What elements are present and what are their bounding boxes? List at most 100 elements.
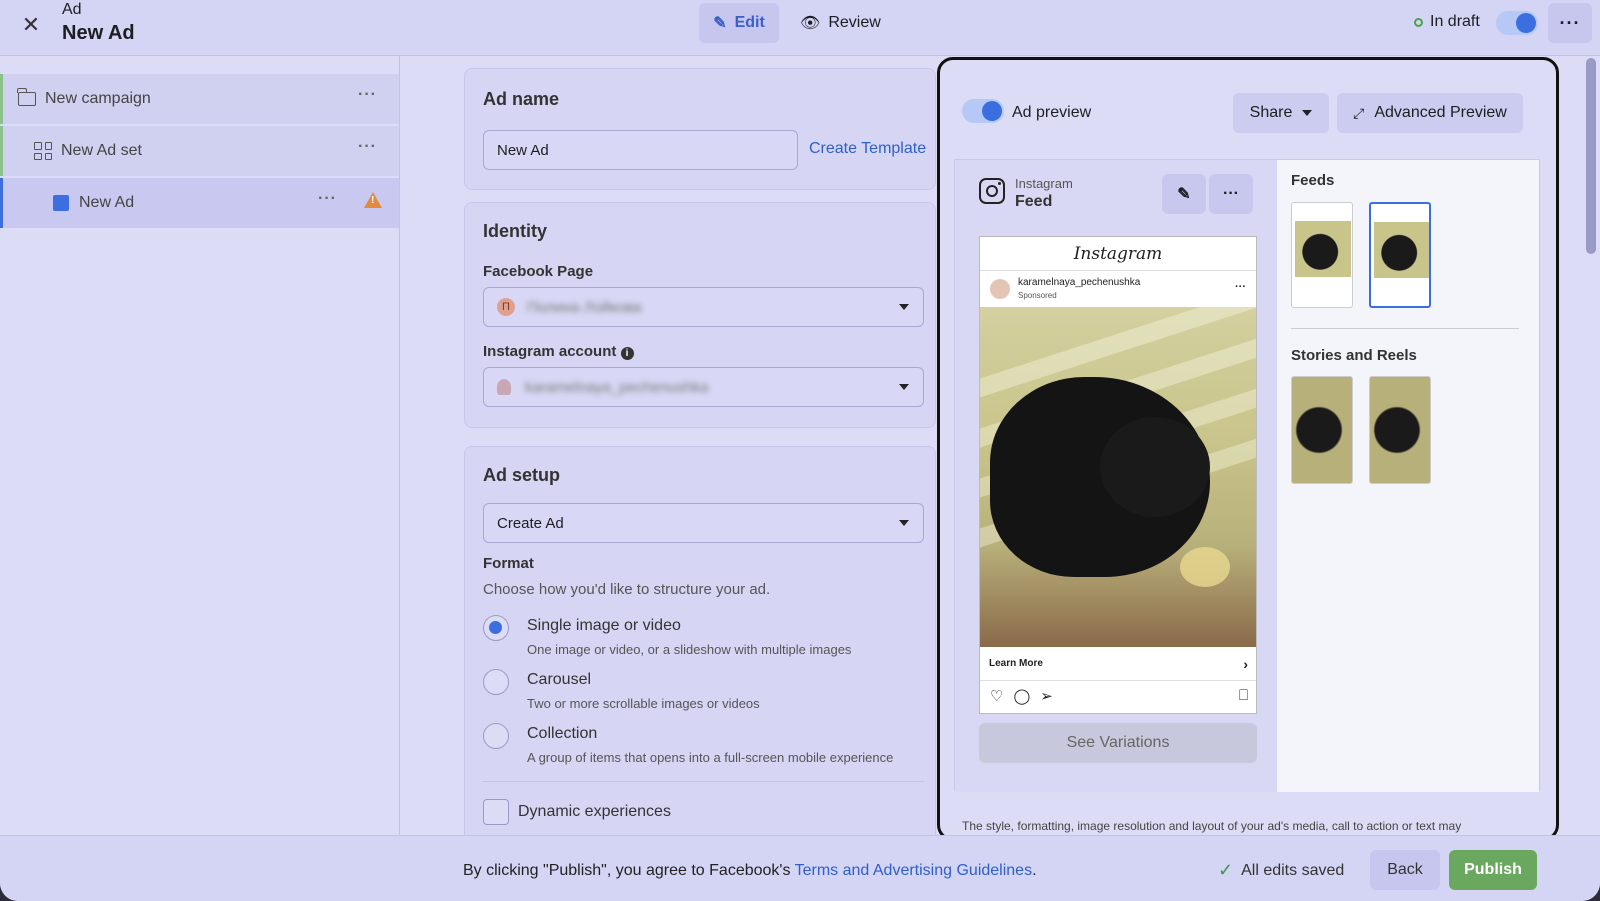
account-avatar [497, 379, 511, 395]
page-title: New Ad [62, 22, 135, 44]
ad-preview-toggle[interactable] [962, 99, 1004, 123]
ad-editor-form: Ad name New Ad Create Template Identity … [401, 56, 936, 835]
info-icon[interactable]: i [620, 347, 634, 360]
draft-toggle[interactable] [1496, 11, 1538, 35]
cta-bar: Learn More › [980, 647, 1256, 681]
tab-review[interactable]: 👁 Review [800, 3, 890, 43]
identity-heading: Identity [483, 221, 548, 241]
see-variations-button[interactable]: See Variations [979, 723, 1257, 763]
tree-item-adset[interactable]: New Ad set ··· [0, 126, 399, 176]
folder-icon [17, 88, 37, 108]
tab-edit[interactable]: ✎ Edit [699, 3, 779, 43]
draft-status: In draft [1414, 13, 1480, 31]
feed-thumbnail[interactable] [1291, 202, 1353, 308]
chevron-down-icon [899, 384, 909, 390]
close-icon[interactable]: ✕ [18, 12, 44, 38]
preview-more-button[interactable]: ··· [1209, 174, 1253, 214]
tree-item-label: New campaign [45, 90, 151, 107]
terms-link[interactable]: Terms and Advertising Guidelines [795, 862, 1032, 879]
caret-down-icon [1302, 110, 1313, 116]
option-title: Single image or video [527, 617, 681, 634]
stories-title: Stories and Reels [1291, 347, 1417, 364]
option-subtitle: Two or more scrollable images or videos [527, 696, 760, 711]
radio-collection[interactable] [483, 723, 509, 749]
reel-thumbnail[interactable] [1369, 376, 1431, 484]
grid-icon [33, 142, 53, 160]
ad-preview-panel: Ad preview Share ⤢ Advanced Preview Inst… [937, 57, 1559, 841]
more-icon[interactable]: ··· [358, 138, 377, 156]
breadcrumb: Ad [62, 1, 82, 18]
create-template-link[interactable]: Create Template [809, 140, 926, 158]
more-options-icon[interactable]: ··· [1548, 3, 1592, 43]
warning-icon[interactable] [364, 192, 382, 208]
ad-name-heading: Ad name [483, 89, 560, 109]
chevron-right-icon: › [1243, 656, 1248, 672]
more-icon[interactable]: ··· [358, 86, 377, 104]
sponsored-label: Sponsored [1018, 291, 1057, 300]
share-button[interactable]: Share [1233, 93, 1329, 133]
post-account: karamelnaya_pechenushka [1018, 277, 1141, 288]
option-subtitle: One image or video, or a slideshow with … [527, 642, 852, 657]
ad-name-card: Ad name New Ad Create Template [464, 68, 936, 190]
ads-manager-window: ✕ Ad New Ad ✎ Edit 👁 Review In draft ···… [0, 0, 1600, 901]
ad-icon [51, 194, 71, 212]
preview-body: Instagram Feed ✎ ··· Instagram karamelna… [954, 159, 1540, 792]
feed-thumbnail-selected[interactable] [1369, 202, 1431, 308]
tree-item-campaign[interactable]: New campaign ··· [0, 74, 399, 124]
more-icon: ··· [1235, 281, 1246, 293]
expand-icon: ⤢ [1353, 104, 1365, 121]
ad-preview-label: Ad preview [1012, 104, 1092, 121]
campaign-tree: New campaign ··· New Ad set ··· New Ad ·… [0, 56, 400, 835]
tree-item-ad[interactable]: New Ad ··· [0, 178, 399, 228]
placement-thumbnails: Feeds Stories and Reels [1277, 160, 1539, 792]
divider [1291, 328, 1519, 329]
more-icon: ··· [1223, 185, 1239, 202]
scrollbar-thumb[interactable] [1586, 58, 1596, 254]
top-bar: ✕ Ad New Ad ✎ Edit 👁 Review In draft ··· [0, 0, 1600, 56]
instagram-account-select[interactable]: karamelnaya_pechenushka [483, 367, 924, 407]
story-thumbnail[interactable] [1291, 376, 1353, 484]
post-header: karamelnaya_pechenushka Sponsored ··· [980, 271, 1256, 307]
ad-setup-value: Create Ad [497, 514, 564, 532]
more-icon[interactable]: ··· [318, 190, 337, 208]
instagram-icon [979, 178, 1005, 204]
pencil-icon: ✎ [1177, 186, 1191, 203]
advanced-preview-label: Advanced Preview [1374, 104, 1507, 121]
publish-button[interactable]: Publish [1449, 850, 1537, 890]
heart-icon: ♡ [990, 688, 1004, 705]
save-status: ✓ All edits saved [1218, 860, 1344, 881]
toggle-knob [1516, 13, 1536, 33]
placement-name: Feed [1015, 193, 1053, 210]
status-label: In draft [1430, 13, 1480, 30]
ad-name-input[interactable]: New Ad [483, 130, 798, 170]
platform-name: Instagram [1015, 176, 1073, 191]
ad-setup-select[interactable]: Create Ad [483, 503, 924, 543]
checkmark-icon: ✓ [1218, 860, 1234, 880]
eye-icon: 👁 [800, 15, 821, 32]
option-title: Collection [527, 725, 598, 742]
instagram-account-label: Instagram account i [483, 343, 634, 360]
identity-card: Identity Facebook Page П Полина Лойкова … [464, 202, 936, 428]
facebook-page-select[interactable]: П Полина Лойкова [483, 287, 924, 327]
format-label: Format [483, 555, 534, 572]
share-label: Share [1249, 104, 1293, 121]
advanced-preview-button[interactable]: ⤢ Advanced Preview [1337, 93, 1523, 133]
tab-edit-label: Edit [734, 14, 765, 31]
ad-preview-inner: Ad preview Share ⤢ Advanced Preview Inst… [954, 75, 1540, 838]
edit-preview-button[interactable]: ✎ [1162, 174, 1206, 214]
avatar [990, 279, 1010, 299]
preview-main: Instagram Feed ✎ ··· Instagram karamelna… [955, 160, 1277, 792]
chevron-down-icon [899, 520, 909, 526]
instagram-feed-mockup: Instagram karamelnaya_pechenushka Sponso… [979, 236, 1257, 714]
back-button[interactable]: Back [1370, 850, 1440, 890]
dynamic-experiences-checkbox[interactable] [483, 799, 509, 825]
page-avatar: П [497, 298, 515, 316]
facebook-page-label: Facebook Page [483, 263, 594, 280]
ad-media-image [980, 307, 1256, 647]
post-actions: ♡ ◯ ➢ ⎕ [990, 687, 1248, 707]
radio-single-image[interactable] [483, 615, 509, 641]
tab-review-label: Review [828, 14, 881, 31]
facebook-page-value: Полина Лойкова [527, 298, 642, 316]
option-title: Carousel [527, 671, 592, 688]
radio-carousel[interactable] [483, 669, 509, 695]
